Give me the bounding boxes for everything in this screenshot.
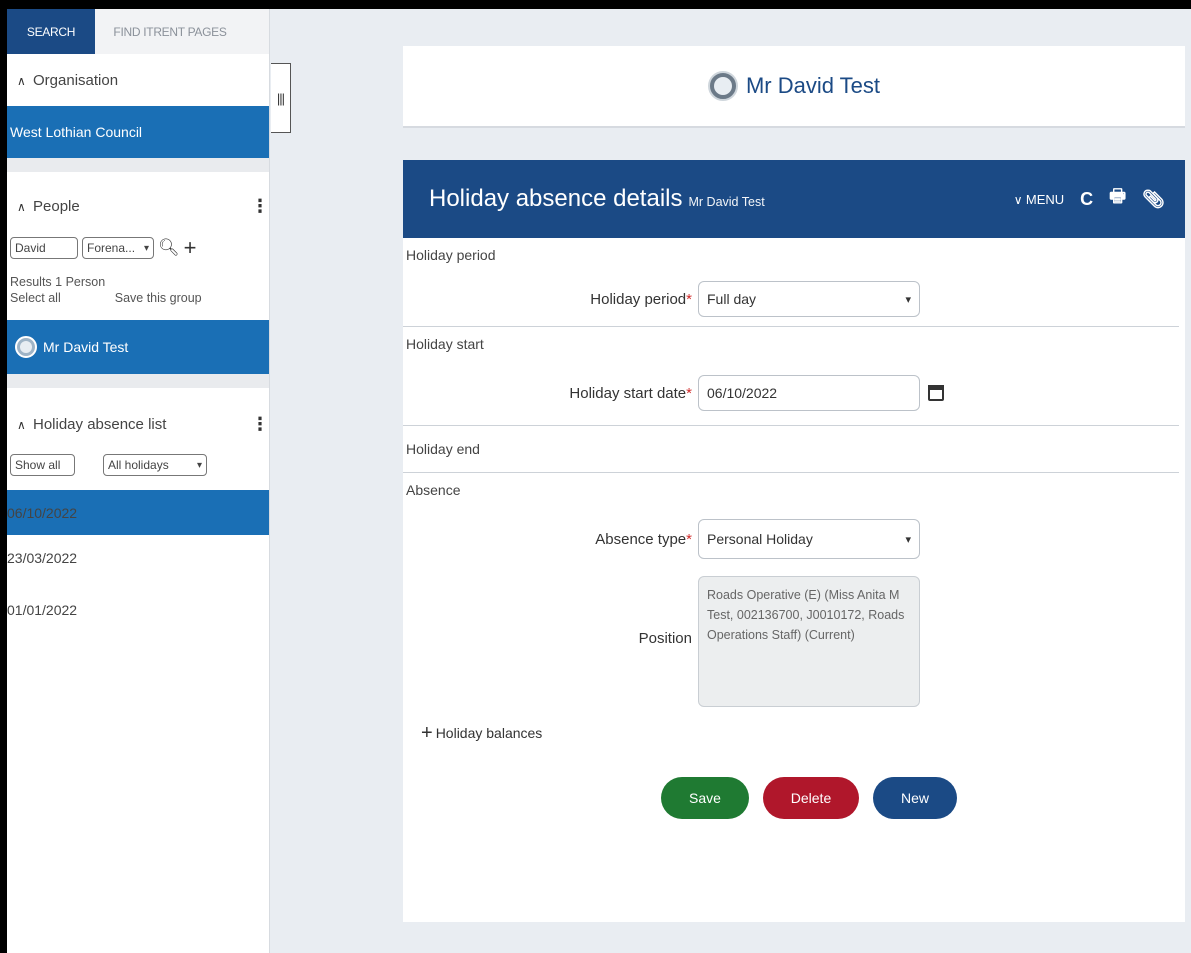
position-row: Position Roads Operative (E) (Miss Anita… [403,571,1185,713]
people-results: Results 1 Person [10,275,106,289]
absence-type-row: Absence type* Personal Holiday ▾ [403,507,1185,571]
holiday-start-date-label: Holiday start date* [403,385,698,402]
action-buttons: Save Delete New [403,777,1185,819]
required-marker: * [686,384,692,402]
holiday-period-label-text: Holiday period [590,290,687,308]
avatar-icon [707,71,738,101]
holiday-filter-select[interactable]: All holidays ▾ [103,454,207,476]
absence-type-select[interactable]: Personal Holiday ▾ [698,519,920,559]
sidebar-tabs: SEARCH FIND ITRENT PAGES [7,9,269,54]
holiday-list-controls: Show all All holidays ▾ [7,450,269,480]
holiday-period-value: Full day [707,291,757,307]
people-search-row: David Forena... ▾ 🔍︎ + [7,234,269,262]
holiday-period-row: Holiday period* Full day ▾ [403,272,1185,326]
people-menu-icon[interactable]: ⋮ [251,196,269,217]
menu-label: MENU [1025,191,1065,207]
organisation-header-label: Organisation [33,71,119,89]
people-selected-person[interactable]: Mr David Test [7,320,269,374]
holiday-start-date-input[interactable]: 06/10/2022 [698,375,920,411]
delete-button[interactable]: Delete [763,777,859,819]
chevron-down-icon: ▾ [905,533,911,546]
holiday-balances-toggle[interactable]: + Holiday balances [403,713,1185,753]
people-actions: Select all Save this group [7,289,269,320]
holiday-list-section-header[interactable]: ∧ Holiday absence list ⋮ [7,388,269,450]
selected-person-name: Mr David Test [43,339,129,355]
position-label: Position [638,630,692,647]
plus-icon[interactable]: + [184,237,197,259]
organisation-selected[interactable]: West Lothian Council [7,106,269,158]
required-marker: * [686,290,692,308]
avatar-icon [15,336,37,358]
holiday-list-header-label: Holiday absence list [33,415,167,433]
search-icon[interactable]: 🔍︎ [158,238,180,258]
new-button[interactable]: New [873,777,957,819]
absence-type-value: Personal Holiday [707,531,813,547]
panel-header: Holiday absence details Mr David Test ∨ … [403,160,1185,238]
people-header-label: People [33,197,80,215]
holiday-start-date-label-text: Holiday start date [569,384,687,402]
holiday-start-row: Holiday start date* 06/10/2022 [403,361,1185,425]
holiday-period-select[interactable]: Full day ▾ [698,281,920,317]
holiday-filter-value: All holidays [108,458,169,472]
chevron-up-icon: ∧ [17,417,26,432]
people-search-input[interactable]: David [10,237,78,259]
people-search-field-select[interactable]: Forena... ▾ [82,237,154,259]
section-gap [7,158,269,172]
chevron-up-icon: ∧ [17,73,26,88]
save-group-link[interactable]: Save this group [115,291,202,320]
print-icon[interactable]: 🖶︎ [1109,184,1126,214]
holiday-list-item[interactable]: 23/03/2022 [7,535,269,581]
show-all-button[interactable]: Show all [10,454,75,476]
tab-search[interactable]: SEARCH [7,9,95,54]
section-holiday-start: Holiday start [406,336,484,352]
section-holiday-end: Holiday end [406,441,480,457]
tab-find-itrent-pages[interactable]: FIND ITRENT PAGES [95,9,245,54]
panel-tools: ∨ MENU C 🖶︎ 📎︎ [1014,184,1185,214]
absence-type-label-text: Absence type [595,530,687,548]
people-search-field-value: Forena... [87,241,136,255]
holiday-absence-panel: Holiday absence details Mr David Test ∨ … [403,160,1185,922]
save-button[interactable]: Save [661,777,749,819]
people-section-header[interactable]: ∧ People ⋮ [7,172,269,234]
chevron-down-icon: ∨ [1013,192,1026,207]
section-gap [7,374,269,388]
holiday-balances-label: Holiday balances [435,725,543,741]
organisation-section-header[interactable]: ∧ Organisation [7,54,269,106]
required-marker: * [686,530,692,548]
refresh-icon[interactable]: C [1080,189,1093,210]
chevron-down-icon: ▾ [196,459,202,471]
app-window: SEARCH FIND ITRENT PAGES ∧ Organisation W… [7,9,1191,953]
person-header-card: Mr David Test [403,46,1185,128]
section-holiday-period: Holiday period [406,247,496,263]
select-all-link[interactable]: Select all [10,291,61,320]
plus-icon: + [421,721,433,744]
sidebar: SEARCH FIND ITRENT PAGES ∧ Organisation W… [7,9,270,953]
panel-subtitle: Mr David Test [688,195,765,209]
chevron-up-icon: ∧ [17,199,26,214]
menu-button[interactable]: ∨ MENU [1014,192,1064,207]
calendar-icon[interactable] [928,385,944,401]
holiday-list-item[interactable]: 06/10/2022 [7,490,269,535]
absence-type-label: Absence type* [403,531,698,548]
chevron-down-icon: ▾ [905,293,911,306]
paperclip-icon[interactable]: 📎︎ [1142,189,1165,210]
sidebar-collapse-handle[interactable]: ||| [271,63,291,133]
position-field: Roads Operative (E) (Miss Anita M Test, … [698,576,920,707]
section-absence: Absence [406,482,461,498]
chevron-down-icon: ▾ [143,242,149,254]
holiday-period-label: Holiday period* [403,291,698,308]
holiday-list-menu-icon[interactable]: ⋮ [251,414,269,435]
person-name: Mr David Test [745,73,881,98]
panel-title: Holiday absence details [429,185,683,212]
holiday-list-item[interactable]: 01/01/2022 [7,581,269,639]
